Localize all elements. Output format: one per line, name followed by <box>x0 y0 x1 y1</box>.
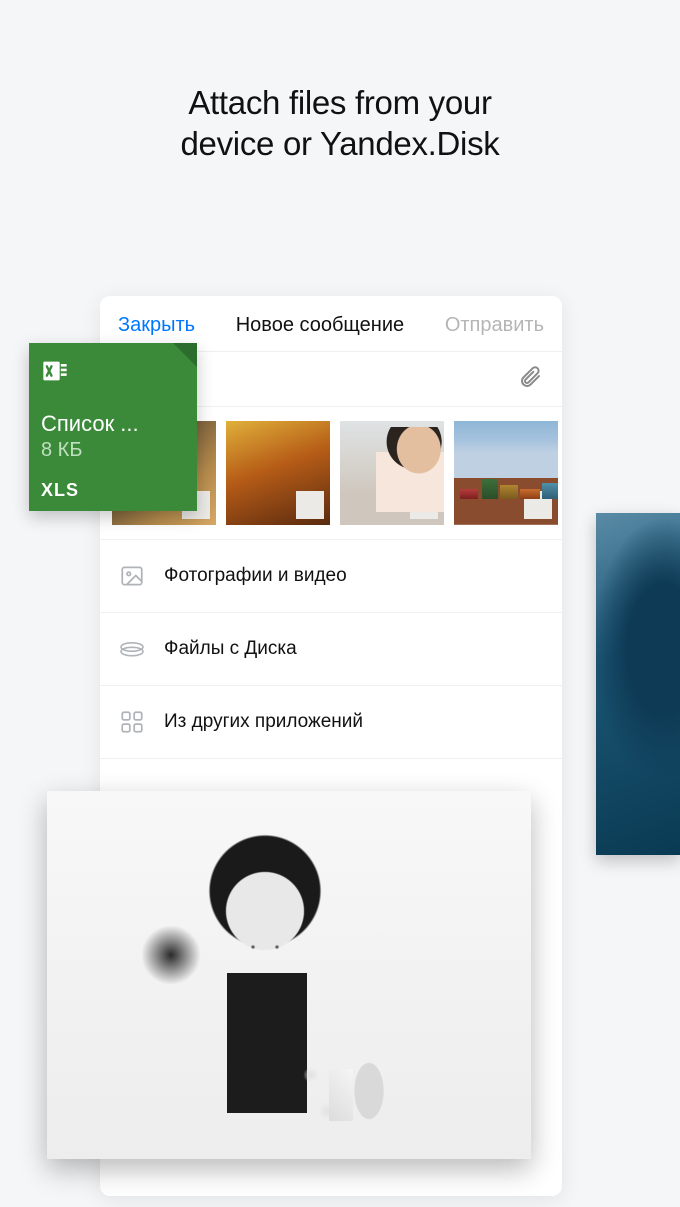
file-size: 8 КБ <box>41 439 185 462</box>
thumbnail-2[interactable] <box>226 421 330 525</box>
image-icon <box>118 562 146 590</box>
send-button[interactable]: Отправить <box>445 314 544 337</box>
compose-title: Новое сообщение <box>236 314 404 337</box>
select-box-icon[interactable] <box>524 491 552 519</box>
apps-grid-icon <box>118 708 146 736</box>
select-box-icon[interactable] <box>296 491 324 519</box>
excel-icon <box>41 357 69 385</box>
paperclip-icon[interactable] <box>518 365 542 394</box>
menu-other-apps[interactable]: Из других приложений <box>100 686 562 759</box>
thumbnail-3[interactable] <box>340 421 444 525</box>
headline-line-2: device or Yandex.Disk <box>181 125 500 162</box>
file-extension: XLS <box>41 480 185 501</box>
file-name: Список ... <box>41 411 185 437</box>
xls-attachment-card[interactable]: Список ... 8 КБ XLS <box>29 343 197 511</box>
thumbnail-4[interactable] <box>454 421 558 525</box>
menu-disk-files[interactable]: Файлы с Диска <box>100 613 562 686</box>
menu-label: Фотографии и видео <box>164 565 347 587</box>
select-box-icon[interactable] <box>410 491 438 519</box>
disk-icon <box>118 635 146 663</box>
page-fold-icon <box>173 343 197 367</box>
menu-label: Из других приложений <box>164 711 363 733</box>
menu-label: Файлы с Диска <box>164 638 297 660</box>
promo-headline: Attach files from your device or Yandex.… <box>0 0 680 165</box>
menu-photos-video[interactable]: Фотографии и видео <box>100 540 562 613</box>
decorative-photo-bottom <box>47 791 531 1159</box>
headline-line-1: Attach files from your <box>188 84 491 121</box>
decorative-photo-right <box>596 513 680 855</box>
close-button[interactable]: Закрыть <box>118 314 195 337</box>
